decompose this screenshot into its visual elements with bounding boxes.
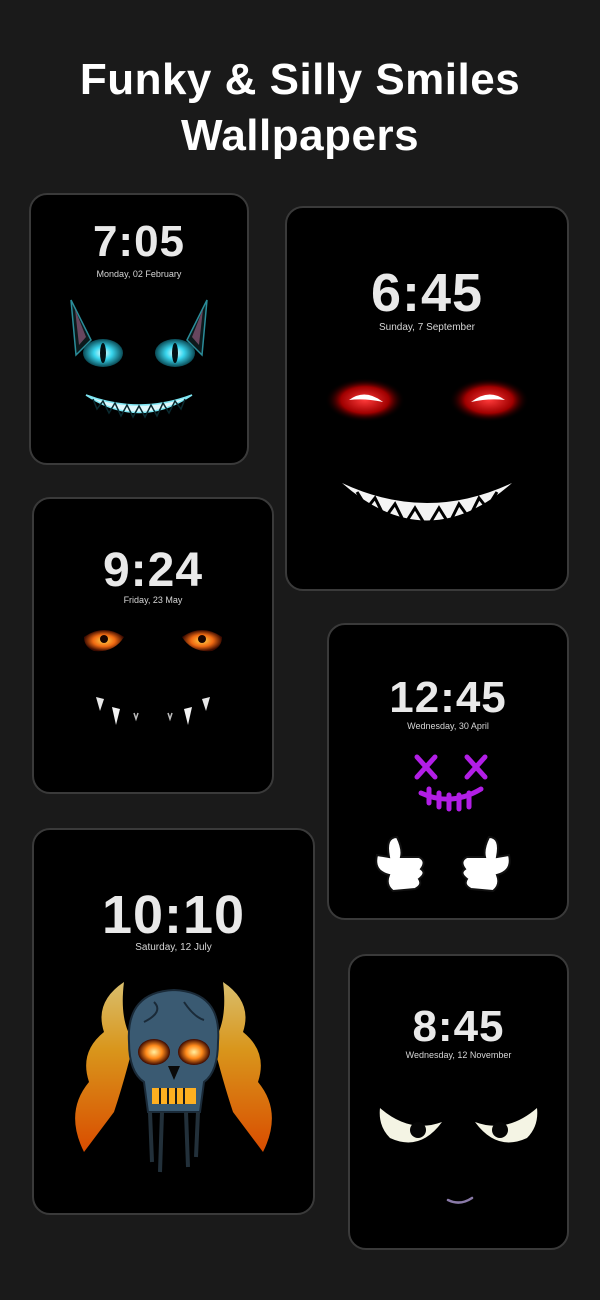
- lockscreen-date: Monday, 02 February: [96, 269, 182, 279]
- wallpaper-card-red-grin[interactable]: 6:45 Sunday, 7 September: [285, 206, 569, 591]
- lockscreen-time: 8:45: [412, 1002, 505, 1051]
- title-line-2: Wallpapers: [180, 111, 420, 160]
- grumpy-eyes-icon: [350, 1082, 567, 1232]
- lockscreen-date: Saturday, 12 July: [135, 942, 212, 953]
- lockscreen-time: 12:45: [389, 673, 507, 722]
- wallpaper-card-orange-fangs[interactable]: 9:24 Friday, 23 May: [32, 497, 274, 794]
- title-line-1: Funky & Silly Smiles: [79, 55, 521, 104]
- purple-x-eyes-thumbs-up-icon: [329, 745, 567, 915]
- cat-face-icon: [31, 295, 247, 435]
- page-title: Funky & Silly Smiles Wallpapers: [0, 52, 600, 164]
- red-eyed-grin-icon: [287, 358, 567, 558]
- orange-eyed-fangs-icon: [34, 617, 272, 757]
- wallpaper-card-purple-thumbs[interactable]: 12:45 Wednesday, 30 April: [327, 623, 569, 920]
- lockscreen-time: 9:24: [102, 544, 204, 597]
- lockscreen-date: Sunday, 7 September: [379, 322, 475, 333]
- lockscreen-time: 7:05: [92, 217, 186, 266]
- lockscreen-date: Wednesday, 12 November: [405, 1050, 512, 1060]
- lockscreen-time: 6:45: [370, 263, 484, 323]
- lockscreen-date: Wednesday, 30 April: [407, 721, 489, 731]
- lockscreen-time: 10:10: [101, 885, 246, 945]
- lockscreen-date: Friday, 23 May: [123, 595, 183, 605]
- wallpaper-card-grumpy-eyes[interactable]: 8:45 Wednesday, 12 November: [348, 954, 569, 1250]
- wallpaper-card-flaming-skull[interactable]: 10:10 Saturday, 12 July: [32, 828, 315, 1215]
- wallpaper-card-cat[interactable]: 7:05 Monday, 02 February: [29, 193, 249, 465]
- flaming-skull-icon: [34, 962, 313, 1182]
